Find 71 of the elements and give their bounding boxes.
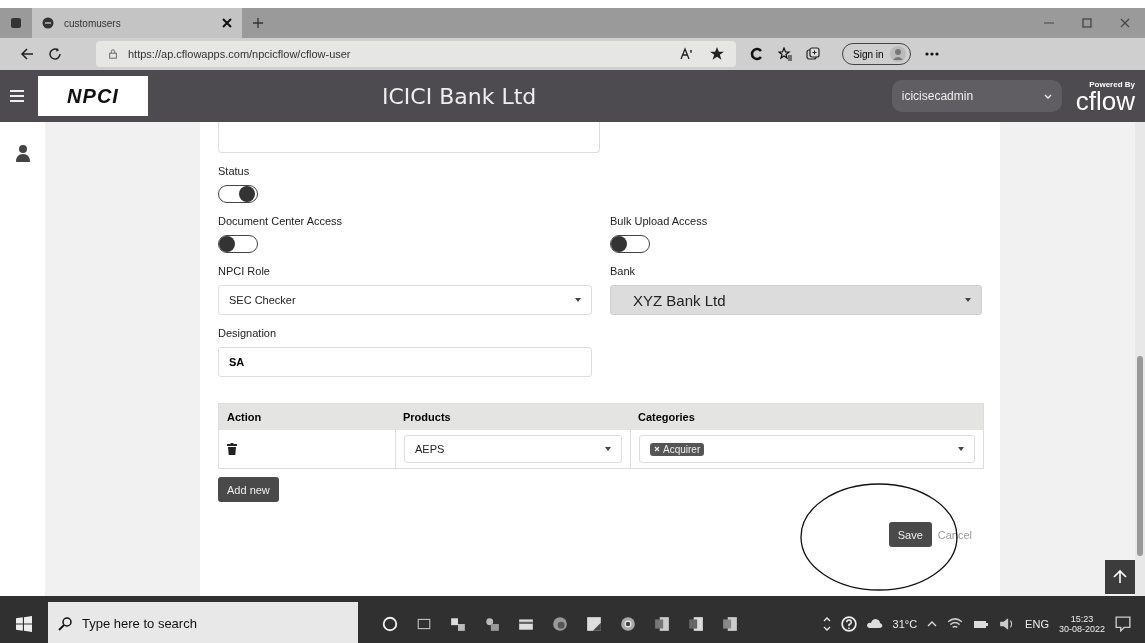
tab-title: customusers — [64, 17, 122, 29]
chevron-up-icon[interactable] — [927, 620, 938, 627]
remove-icon[interactable] — [654, 446, 660, 452]
multi-select-field[interactable]: Acquirer — [639, 435, 975, 463]
save-button[interactable]: Save — [888, 522, 932, 547]
clock-time[interactable]: 15:23 — [1070, 613, 1094, 624]
site-icon — [42, 17, 54, 29]
app-icon[interactable] — [586, 615, 602, 632]
clock-date[interactable]: 30-08-2022 — [1058, 623, 1105, 634]
browser-icon[interactable] — [552, 615, 568, 632]
text-field[interactable] — [218, 122, 600, 153]
back-icon[interactable] — [20, 47, 34, 61]
url-text: https://ap.cflowapps.com/npcicflow/cflow-user — [128, 48, 351, 60]
field-label: Document Center Access — [218, 215, 344, 227]
toggle-switch[interactable] — [610, 235, 650, 253]
favorites-icon[interactable] — [778, 47, 792, 61]
field-label: Bulk Upload Access — [610, 215, 709, 227]
language-indicator[interactable]: ENG — [1025, 617, 1049, 630]
app-icon[interactable] — [484, 615, 500, 632]
caret-icon — [605, 447, 611, 451]
user-dropdown[interactable]: icicisecadmin — [891, 80, 1062, 112]
maximize-icon[interactable] — [1081, 17, 1093, 29]
caret-icon — [965, 298, 971, 302]
more-icon[interactable] — [924, 52, 939, 56]
notifications-icon[interactable] — [1115, 615, 1131, 632]
chevron-down-icon — [1043, 93, 1052, 99]
scrollbar-thumb[interactable] — [1137, 356, 1143, 556]
caret-icon — [958, 447, 964, 451]
dropdown-field[interactable]: AEPS — [404, 435, 622, 463]
windows-start-icon[interactable] — [16, 615, 32, 632]
read-aloud-icon[interactable] — [680, 47, 694, 61]
npci-logo: NPCI — [38, 76, 148, 116]
toggle-switch[interactable] — [218, 235, 258, 253]
category-tag[interactable]: Acquirer — [650, 442, 705, 456]
field-label: Designation — [218, 327, 278, 339]
scroll-arrows-icon[interactable] — [822, 615, 831, 632]
arrow-up-icon — [1112, 569, 1128, 585]
tab-actions-icon[interactable] — [10, 17, 22, 29]
refresh-icon[interactable] — [48, 47, 62, 61]
column-header: Products — [402, 411, 452, 423]
field-label: Bank — [610, 265, 637, 277]
lock-icon — [108, 49, 118, 59]
field-label: NPCI Role — [218, 265, 271, 277]
cortana-icon[interactable] — [382, 615, 398, 632]
column-header: Action — [226, 411, 263, 423]
dropdown-field[interactable]: SEC Checker — [218, 285, 592, 315]
app-icon[interactable] — [450, 615, 466, 632]
field-label: Status — [218, 165, 251, 177]
address-field[interactable]: https://ap.cflowapps.com/npcicflow/cflow-user — [96, 41, 736, 67]
close-icon[interactable] — [222, 18, 232, 28]
caret-icon — [575, 298, 581, 302]
toggle-switch[interactable] — [218, 185, 258, 203]
avatar-icon — [889, 46, 906, 62]
cflow-logo: cflow — [1075, 88, 1135, 113]
help-icon[interactable] — [840, 615, 857, 632]
user-icon[interactable] — [15, 144, 30, 162]
column-header: Categories — [637, 411, 696, 423]
text-field[interactable]: SA — [218, 347, 592, 377]
weather-temperature: 31°C — [892, 617, 918, 630]
search-icon — [58, 616, 72, 631]
new-tab-icon[interactable] — [252, 17, 264, 29]
scroll-top-button[interactable] — [1105, 560, 1135, 594]
browser-tab[interactable]: customusers — [32, 8, 242, 38]
taskbar-search-field[interactable]: Type here to search — [48, 602, 358, 643]
star-icon[interactable] — [710, 47, 724, 61]
powered-by-label: Powered By — [1089, 79, 1135, 89]
trash-icon[interactable] — [227, 443, 237, 455]
menu-icon[interactable] — [10, 90, 24, 102]
app-title: ICICI Bank Ltd — [382, 83, 537, 109]
add-new-button[interactable]: Add new — [218, 477, 279, 502]
collections-icon[interactable] — [806, 47, 820, 61]
